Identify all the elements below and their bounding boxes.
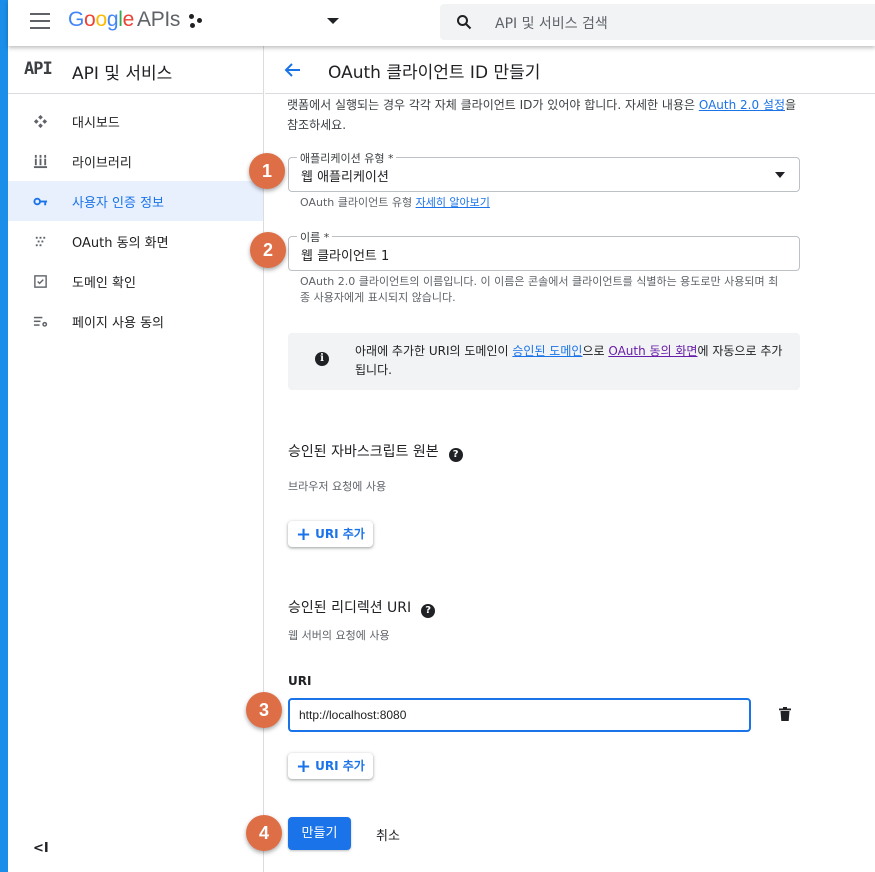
intro-text-before: 랫폼에서 실행되는 경우 각각 자체 클라이언트 ID가 있어야 합니다. 자세… <box>287 98 699 112</box>
step-badge-4: 4 <box>246 815 282 851</box>
application-type-value: 웹 애플리케이션 <box>301 170 389 185</box>
client-name-field[interactable]: 이름 * 웹 클라이언트 1 <box>288 229 800 271</box>
sidebar-item-label: 도메인 확인 <box>72 276 136 291</box>
uri-label: URI <box>288 674 312 688</box>
redirect-uri-input[interactable] <box>299 708 739 722</box>
library-icon <box>33 154 48 169</box>
window-edge <box>0 0 8 872</box>
step-badge-1: 1 <box>249 153 285 189</box>
js-origins-subtitle: 브라우저 요청에 사용 <box>288 480 387 493</box>
domain-info-text: 아래에 추가한 URI의 도메인이 승인된 도메인으로 OAuth 동의 화면에… <box>355 342 785 380</box>
create-button[interactable]: 만들기 <box>288 817 351 850</box>
dashboard-icon <box>33 114 48 129</box>
search-icon <box>457 15 472 30</box>
sidebar-header: API API 및 서비스 <box>8 46 263 94</box>
plus-icon: + <box>296 524 312 545</box>
delete-trash-icon[interactable] <box>779 707 791 721</box>
sidebar-item-label: 대시보드 <box>72 116 120 131</box>
logo-letter: e <box>122 8 135 31</box>
cancel-button[interactable]: 취소 <box>376 825 400 844</box>
sidebar-item-domain-verification[interactable]: 도메인 확인 <box>8 261 263 301</box>
hint-prefix: OAuth 클라이언트 유형 <box>300 196 416 209</box>
sidebar-item-page-usage-agreement[interactable]: 페이지 사용 동의 <box>8 301 263 341</box>
dropdown-caret-icon <box>775 172 785 178</box>
oauth-consent-link[interactable]: OAuth 동의 화면 <box>608 344 697 358</box>
sidebar-item-label: 라이브러리 <box>72 156 132 171</box>
collapse-sidebar-icon[interactable]: <I <box>33 841 49 856</box>
redirect-uris-subtitle: 웹 서버의 요청에 사용 <box>288 629 390 642</box>
logo-suffix: APIs <box>136 8 181 31</box>
client-name-value: 웹 클라이언트 1 <box>301 249 390 264</box>
consent-icon <box>35 236 46 247</box>
sidebar-item-label: OAuth 동의 화면 <box>72 236 169 251</box>
add-redirect-uri-button[interactable]: + URI 추가 <box>288 753 373 779</box>
add-js-origin-uri-button[interactable]: + URI 추가 <box>288 521 373 547</box>
sidebar-item-credentials[interactable]: 사용자 인증 정보 <box>8 181 263 221</box>
application-type-select[interactable]: 애플리케이션 유형 * 웹 애플리케이션 <box>288 150 800 192</box>
sidebar-item-dashboard[interactable]: 대시보드 <box>8 101 263 141</box>
js-origins-section: 승인된 자바스크립트 원본? <box>288 441 463 462</box>
page-header: OAuth 클라이언트 ID 만들기 <box>265 46 875 94</box>
intro-text: 랫폼에서 실행되는 경우 각각 자체 클라이언트 ID가 있어야 합니다. 자세… <box>287 95 797 135</box>
logo-letter: o <box>95 8 107 31</box>
learn-more-link[interactable]: 자세히 알아보기 <box>416 196 490 209</box>
top-app-bar: Google APIs API 및 서비스 검색 <box>8 0 875 46</box>
domain-info-banner: i 아래에 추가한 URI의 도메인이 승인된 도메인으로 OAuth 동의 화… <box>288 333 800 390</box>
sidebar-title: API 및 서비스 <box>72 64 173 84</box>
logo-letter: G <box>68 8 85 31</box>
sidebar: API API 및 서비스 대시보드 라이브러리 사용자 인증 정보 OAuth… <box>8 46 264 872</box>
js-origins-title: 승인된 자바스크립트 원본 <box>288 444 439 460</box>
search-input[interactable]: API 및 서비스 검색 <box>495 13 608 33</box>
plus-icon: + <box>296 756 312 777</box>
info-text-before: 아래에 추가한 URI의 도메인이 <box>355 344 513 358</box>
info-icon: i <box>315 352 329 366</box>
api-icon: API <box>24 59 53 79</box>
redirect-uris-section: 승인된 리디렉션 URI? <box>288 597 436 618</box>
search-bar[interactable]: API 및 서비스 검색 <box>440 4 875 40</box>
client-name-label: 이름 * <box>297 229 333 245</box>
project-dropdown-chevron-icon[interactable] <box>327 18 339 24</box>
add-uri-label: URI 추가 <box>315 759 365 773</box>
logo-letter: g <box>106 8 119 31</box>
step-badge-2: 2 <box>250 232 286 268</box>
project-icon[interactable] <box>188 12 204 30</box>
redirect-uris-title: 승인된 리디렉션 URI <box>288 600 412 616</box>
sidebar-item-label: 사용자 인증 정보 <box>72 196 164 211</box>
redirect-uri-field[interactable] <box>288 698 751 732</box>
add-uri-label: URI 추가 <box>315 527 365 541</box>
info-text-mid: 으로 <box>582 344 609 358</box>
main-content: 랫폼에서 실행되는 경우 각각 자체 클라이언트 ID가 있어야 합니다. 자세… <box>265 95 875 872</box>
logo-letter: o <box>84 8 96 31</box>
page-settings-icon <box>33 316 48 327</box>
sidebar-item-label: 페이지 사용 동의 <box>72 316 164 331</box>
page-title: OAuth 클라이언트 ID 만들기 <box>328 63 541 83</box>
help-icon[interactable]: ? <box>448 448 463 462</box>
domain-check-icon <box>34 275 47 288</box>
google-apis-logo[interactable]: Google APIs <box>68 8 180 32</box>
oauth-settings-link[interactable]: OAuth 2.0 설정 <box>699 98 785 112</box>
key-icon <box>33 197 48 206</box>
sidebar-item-oauth-consent[interactable]: OAuth 동의 화면 <box>8 221 263 261</box>
application-type-label: 애플리케이션 유형 * <box>297 150 397 166</box>
authorized-domains-link[interactable]: 승인된 도메인 <box>512 344 582 358</box>
application-type-hint: OAuth 클라이언트 유형 자세히 알아보기 <box>300 195 490 211</box>
back-arrow-icon[interactable] <box>283 60 303 80</box>
help-icon[interactable]: ? <box>421 604 436 618</box>
menu-icon[interactable] <box>30 13 50 29</box>
client-name-hint: OAuth 2.0 클라이언트의 이름입니다. 이 이름은 콘솔에서 클라이언트… <box>300 275 779 304</box>
sidebar-item-library[interactable]: 라이브러리 <box>8 141 263 181</box>
step-badge-3: 3 <box>246 692 282 728</box>
